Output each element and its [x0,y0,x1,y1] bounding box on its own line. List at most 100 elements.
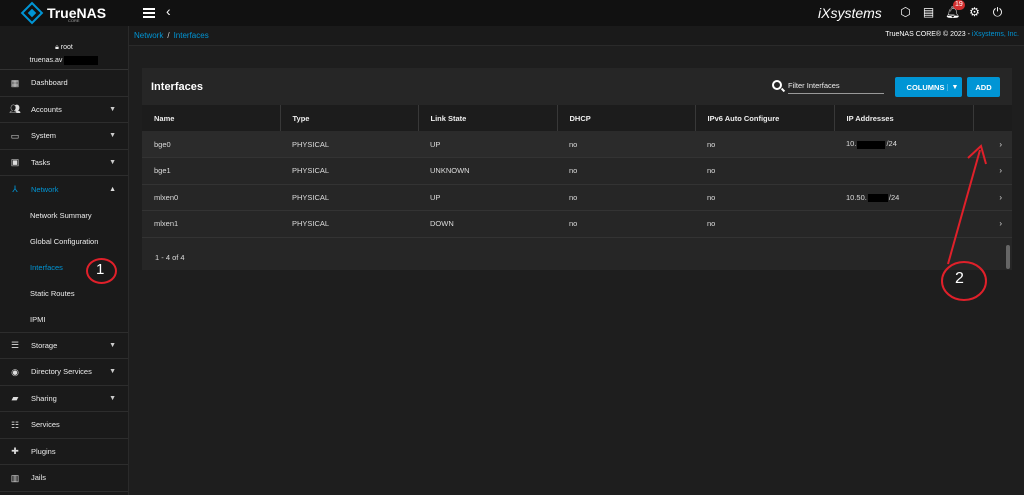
sidebar-item-label: Tasks [31,157,51,167]
tune-icon: ☷ [10,419,20,430]
cell-link-state: UP [418,184,557,211]
directory-icon: ◉ [11,366,19,377]
logo-subtext: CORE [68,18,80,23]
bell-icon[interactable]: 🔔︎ 19 [945,0,965,20]
cell-type: PHYSICAL [280,210,418,238]
expand-row-chevron-icon[interactable]: › [973,131,1012,158]
column-header-ipv6-auto-configure[interactable]: IPv6 Auto Configure [695,105,835,131]
sidebar-item-label: Network [31,184,59,194]
column-header-actions [973,105,1012,131]
truecommand-icon[interactable]: ⬡ [899,5,912,20]
table-row[interactable]: bge1 PHYSICAL UNKNOWN no no › [142,157,1012,185]
cell-name: mlxen1 [142,210,280,238]
chevron-down-icon: ▼ [109,394,116,402]
expand-row-chevron-icon[interactable]: › [973,210,1012,238]
expand-row-chevron-icon[interactable]: › [973,157,1012,185]
menu-toggle-icon[interactable] [143,6,155,20]
sidebar-item-sharing[interactable]: ▰ Sharing ▼ [0,386,128,412]
chevron-down-icon: ▼ [109,105,116,113]
breadcrumb-interfaces[interactable]: Interfaces [174,31,209,40]
table-row[interactable]: mlxen1 PHYSICAL DOWN no no › [142,210,1012,238]
clipboard-icon[interactable]: ▤ [922,5,935,20]
filter-interfaces-input[interactable] [788,78,884,94]
breadcrumb: Network / Interfaces [134,31,209,40]
notification-badge: 19 [953,0,965,10]
annotation-label-1: 1 [96,261,105,278]
chevron-down-icon: ▼ [109,368,116,376]
power-icon[interactable]: ⏻ [991,5,1004,20]
column-header-type[interactable]: Type [280,105,419,131]
column-header-link-state[interactable]: Link State [418,105,558,131]
copyright-text: TrueNAS CORE® © 2023 - iXsystems, Inc. [885,31,1019,38]
ixsystems-link[interactable]: iXsystems, Inc. [972,31,1019,38]
sidebar-item-label: Dashboard [31,78,68,88]
sidebar-item-accounts[interactable]: 👥︎ Accounts ▼ [0,97,128,123]
sidebar-item-network[interactable]: ⅄ Network ▲ [0,176,128,203]
redaction-block [64,56,99,65]
user-host: truenas.av [0,56,128,65]
column-header-dhcp[interactable]: DHCP [557,105,696,131]
table-row[interactable]: bge0 PHYSICAL UP no no 10./24 › [142,131,1012,158]
cell-link-state: UP [418,131,557,158]
user-name: 🔒︎ root [55,44,73,51]
cell-ip-addresses [834,157,973,185]
redaction-block [857,140,886,149]
expand-row-chevron-icon[interactable]: › [973,184,1012,211]
search-icon [772,80,782,90]
breadcrumb-network[interactable]: Network [134,31,163,40]
sidebar-item-label: Accounts [31,104,62,114]
gear-icon[interactable]: ⚙ [968,5,981,20]
interfaces-card: Interfaces COLUMNS ▼ ADD Name Type Link … [142,68,1012,270]
column-header-ip-addresses[interactable]: IP Addresses [834,105,974,131]
sidebar-subitem-network-summary[interactable]: Network Summary [0,203,128,229]
truenas-logo[interactable]: TrueNAS CORE [0,0,130,26]
cell-ip-addresses: 10.50./24 [834,184,973,211]
sidebar-item-jails[interactable]: ▥ Jails [0,465,128,492]
chevron-down-icon: ▼ [109,132,116,140]
chevron-down-icon: ▼ [109,158,116,166]
sidebar-subitem-ipmi[interactable]: IPMI [0,307,128,333]
cell-ip-addresses: 10./24 [834,131,973,158]
dashboard-icon: ▦ [10,77,20,88]
columns-button[interactable]: COLUMNS ▼ [895,77,962,97]
storage-icon: ☰ [10,340,20,351]
sidebar-item-plugins[interactable]: ✚ Plugins [0,439,128,465]
top-toolbar: TrueNAS CORE ‹ iXsystems ⬡ ▤ 🔔︎ 19 ⚙ ⏻ [0,0,1024,26]
sidebar-item-label: Sharing [31,393,57,403]
columns-button-label: COLUMNS [906,82,945,92]
truenas-logo-icon [20,1,44,25]
chevron-left-icon[interactable]: ‹ [166,3,171,19]
sidebar-item-services[interactable]: ☷ Services [0,412,128,439]
cell-ip-addresses [834,210,973,238]
folder-share-icon: ▰ [11,393,19,404]
cell-link-state: UNKNOWN [418,157,557,185]
sidebar-item-directory-services[interactable]: ◉ Directory Services ▼ [0,359,128,386]
add-button[interactable]: ADD [967,77,1000,97]
column-header-name[interactable]: Name [142,105,281,131]
breadcrumb-separator: / [167,31,170,40]
cell-ipv6: no [695,210,834,238]
sidebar-item-label: Storage [31,340,58,350]
sidebar-subitem-global-configuration[interactable]: Global Configuration [0,229,128,255]
page-title: Interfaces [151,81,203,93]
ixsystems-logo[interactable]: iXsystems [818,5,882,21]
table-row[interactable]: mlxen0 PHYSICAL UP no no 10.50./24 › [142,184,1012,211]
sidebar-item-storage[interactable]: ☰ Storage ▼ [0,333,128,359]
cell-ipv6: no [695,184,834,211]
sidebar-item-label: Services [31,420,60,430]
sidebar-subitem-static-routes[interactable]: Static Routes [0,281,128,307]
cell-type: PHYSICAL [280,184,418,211]
sidebar-item-system[interactable]: ▭ System ▼ [0,123,128,150]
calendar-icon: ▣ [10,157,20,168]
cell-dhcp: no [557,210,695,238]
scrollbar[interactable] [1006,245,1010,269]
sidebar-item-tasks[interactable]: ▣ Tasks ▼ [0,150,128,176]
cell-link-state: DOWN [418,210,557,238]
cell-dhcp: no [557,157,695,185]
jail-icon: ▥ [10,472,20,483]
network-icon: ⅄ [12,184,18,195]
puzzle-icon: ✚ [11,446,19,457]
cell-dhcp: no [557,131,695,158]
sidebar-item-dashboard[interactable]: ▦ Dashboard [0,70,128,97]
people-icon: 👥︎ [9,104,21,115]
